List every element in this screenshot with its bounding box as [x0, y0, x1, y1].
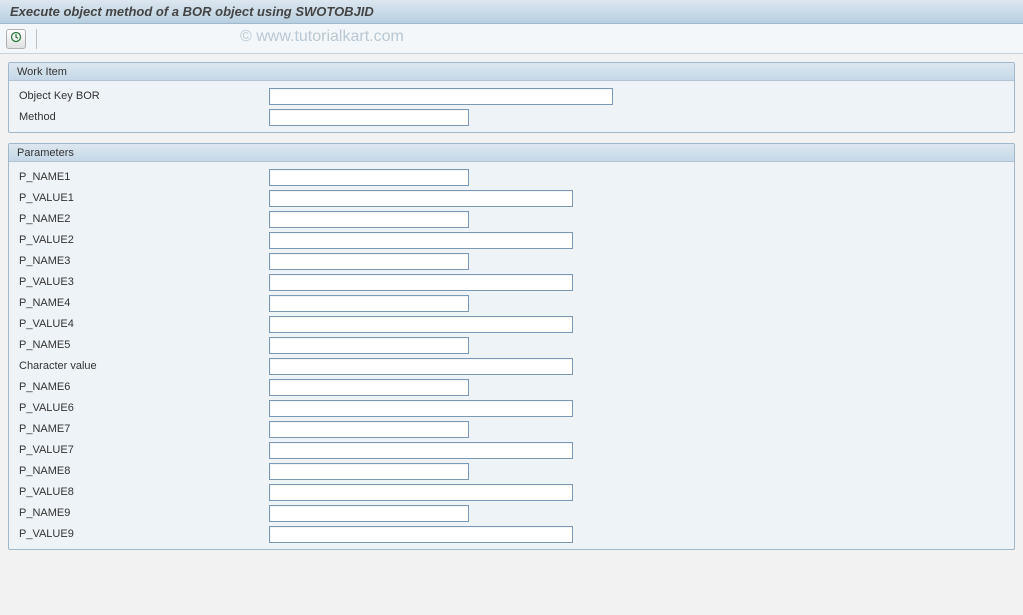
field-row-pvalue1: P_VALUE1 — [17, 188, 1006, 208]
page-title: Execute object method of a BOR object us… — [10, 4, 374, 19]
group-body-parameters: P_NAME1 P_VALUE1 P_NAME2 P_VALUE2 P_NAME… — [9, 162, 1014, 549]
label-pvalue8: P_VALUE8 — [17, 486, 269, 498]
label-pvalue9: P_VALUE9 — [17, 528, 269, 540]
input-pvalue8[interactable] — [269, 484, 573, 501]
field-row-pname5: P_NAME5 — [17, 335, 1006, 355]
label-pname4: P_NAME4 — [17, 297, 269, 309]
label-pvalue6: P_VALUE6 — [17, 402, 269, 414]
field-row-pname3: P_NAME3 — [17, 251, 1006, 271]
label-pname8: P_NAME8 — [17, 465, 269, 477]
field-row-pname2: P_NAME2 — [17, 209, 1006, 229]
execute-button[interactable] — [6, 29, 26, 49]
input-pname7[interactable] — [269, 421, 469, 438]
input-pvalue2[interactable] — [269, 232, 573, 249]
input-charval[interactable] — [269, 358, 573, 375]
input-pvalue3[interactable] — [269, 274, 573, 291]
field-row-pname4: P_NAME4 — [17, 293, 1006, 313]
field-row-pvalue4: P_VALUE4 — [17, 314, 1006, 334]
input-object-key-bor[interactable] — [269, 88, 613, 105]
field-row-pvalue2: P_VALUE2 — [17, 230, 1006, 250]
group-header-parameters: Parameters — [9, 144, 1014, 162]
input-pname8[interactable] — [269, 463, 469, 480]
group-parameters: Parameters P_NAME1 P_VALUE1 P_NAME2 P_VA… — [8, 143, 1015, 550]
field-row-charval: Character value — [17, 356, 1006, 376]
field-row-pvalue6: P_VALUE6 — [17, 398, 1006, 418]
label-pvalue1: P_VALUE1 — [17, 192, 269, 204]
label-pname5: P_NAME5 — [17, 339, 269, 351]
field-row-object-key-bor: Object Key BOR — [17, 86, 1006, 106]
group-body-work-item: Object Key BOR Method — [9, 81, 1014, 132]
field-row-pvalue7: P_VALUE7 — [17, 440, 1006, 460]
field-row-method: Method — [17, 107, 1006, 127]
label-pname9: P_NAME9 — [17, 507, 269, 519]
field-row-pvalue9: P_VALUE9 — [17, 524, 1006, 544]
label-method: Method — [17, 111, 269, 123]
input-pvalue7[interactable] — [269, 442, 573, 459]
field-row-pname9: P_NAME9 — [17, 503, 1006, 523]
input-method[interactable] — [269, 109, 469, 126]
group-title-work-item: Work Item — [17, 66, 67, 78]
field-row-pname7: P_NAME7 — [17, 419, 1006, 439]
field-row-pname6: P_NAME6 — [17, 377, 1006, 397]
field-row-pvalue8: P_VALUE8 — [17, 482, 1006, 502]
input-pname3[interactable] — [269, 253, 469, 270]
group-work-item: Work Item Object Key BOR Method — [8, 62, 1015, 133]
label-pvalue7: P_VALUE7 — [17, 444, 269, 456]
label-pname7: P_NAME7 — [17, 423, 269, 435]
group-title-parameters: Parameters — [17, 147, 74, 159]
input-pname9[interactable] — [269, 505, 469, 522]
field-row-pname1: P_NAME1 — [17, 167, 1006, 187]
watermark-text: © www.tutorialkart.com — [240, 28, 404, 46]
input-pvalue6[interactable] — [269, 400, 573, 417]
field-row-pname8: P_NAME8 — [17, 461, 1006, 481]
input-pvalue1[interactable] — [269, 190, 573, 207]
input-pname4[interactable] — [269, 295, 469, 312]
input-pname5[interactable] — [269, 337, 469, 354]
group-header-work-item: Work Item — [9, 63, 1014, 81]
input-pvalue9[interactable] — [269, 526, 573, 543]
label-pvalue2: P_VALUE2 — [17, 234, 269, 246]
label-charval: Character value — [17, 360, 269, 372]
toolbar: © www.tutorialkart.com — [0, 24, 1023, 54]
field-row-pvalue3: P_VALUE3 — [17, 272, 1006, 292]
label-pname2: P_NAME2 — [17, 213, 269, 225]
execute-clock-icon — [10, 31, 22, 46]
label-pvalue3: P_VALUE3 — [17, 276, 269, 288]
input-pname1[interactable] — [269, 169, 469, 186]
label-pvalue4: P_VALUE4 — [17, 318, 269, 330]
input-pvalue4[interactable] — [269, 316, 573, 333]
input-pname6[interactable] — [269, 379, 469, 396]
label-object-key-bor: Object Key BOR — [17, 90, 269, 102]
content-area: Work Item Object Key BOR Method Paramete… — [0, 54, 1023, 568]
label-pname6: P_NAME6 — [17, 381, 269, 393]
label-pname1: P_NAME1 — [17, 171, 269, 183]
page-title-bar: Execute object method of a BOR object us… — [0, 0, 1023, 24]
label-pname3: P_NAME3 — [17, 255, 269, 267]
toolbar-separator — [36, 29, 37, 49]
input-pname2[interactable] — [269, 211, 469, 228]
